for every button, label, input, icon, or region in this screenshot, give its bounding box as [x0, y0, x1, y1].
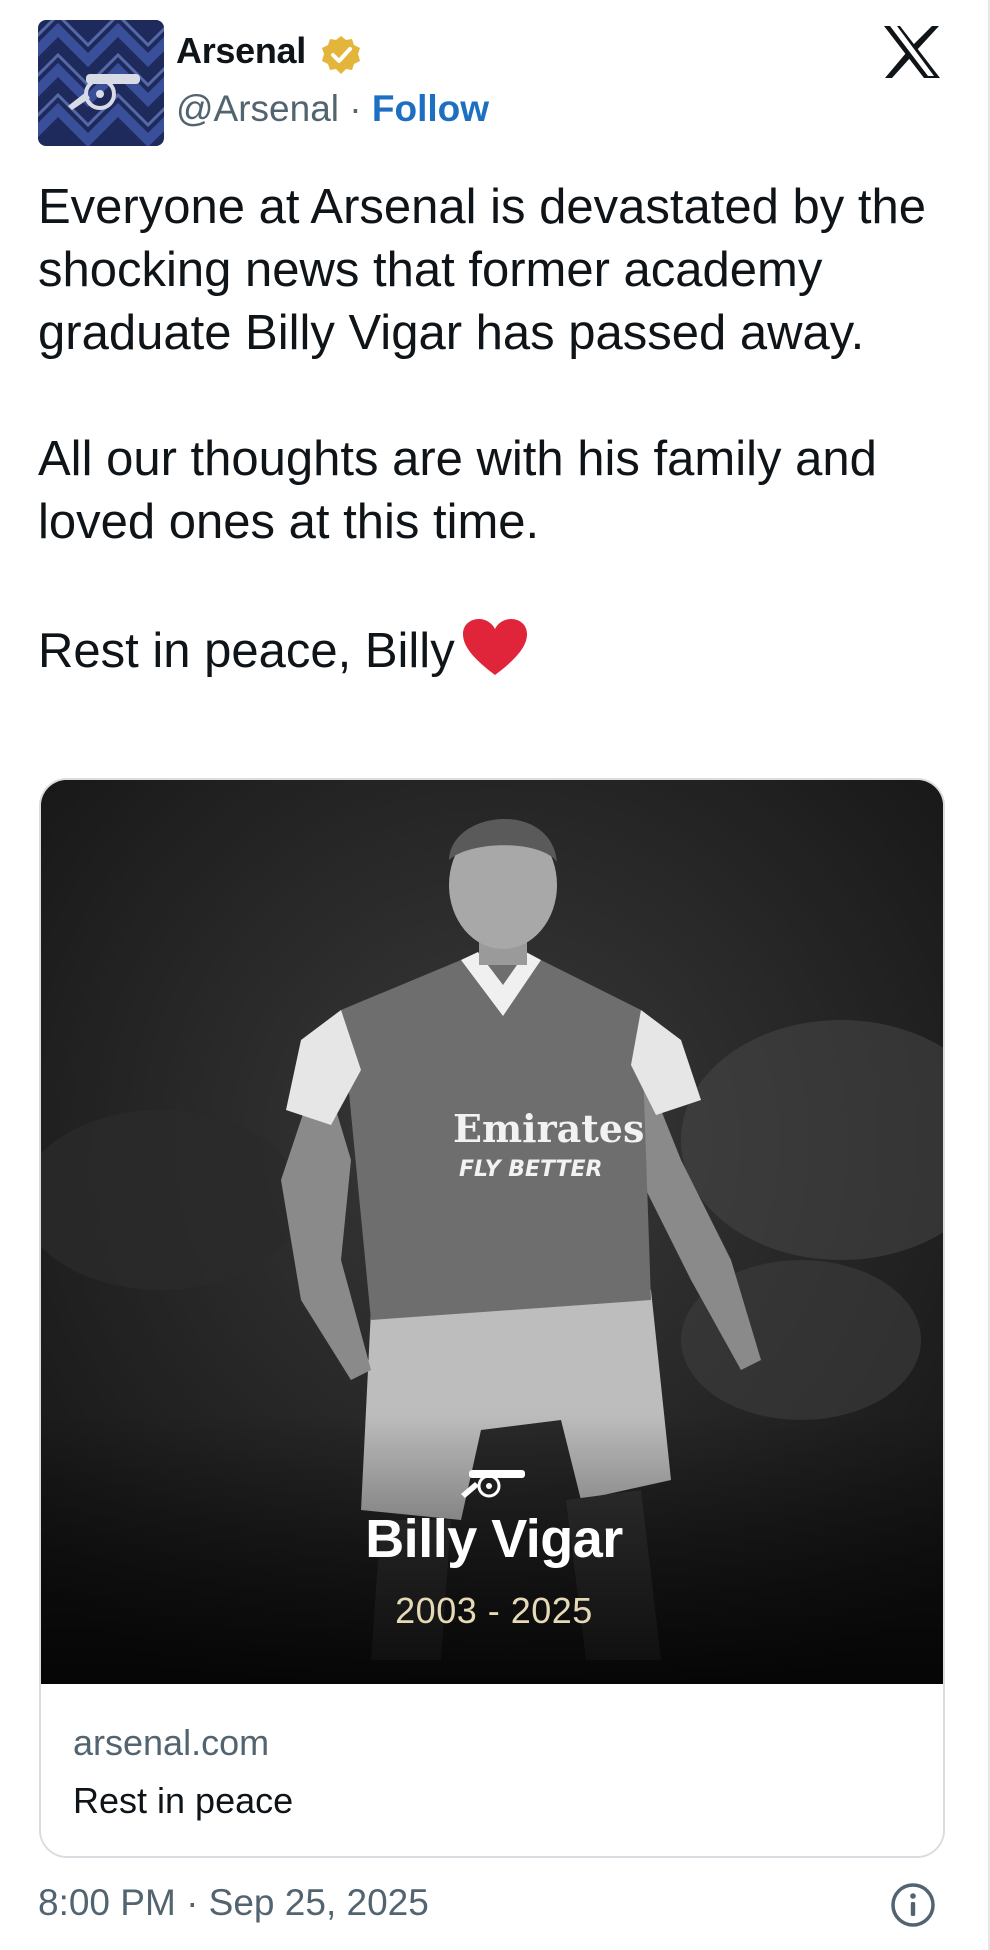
heart-icon	[462, 619, 527, 675]
cannon-icon	[461, 1470, 525, 1498]
verified-badge-icon	[322, 36, 360, 74]
author-handle[interactable]: @Arsenal	[176, 88, 339, 129]
tribute-years: 2003 - 2025	[395, 1590, 593, 1631]
tweet-paragraph-3: Rest in peace, Billy	[38, 624, 455, 678]
link-title: Rest in peace	[73, 1780, 294, 1821]
tribute-photo[interactable]: Emirates FLY BETTER Billy Vigar 2003 - 2…	[41, 780, 943, 1684]
tweet-paragraph-2: All our thoughts are with his family and…	[38, 432, 891, 549]
media-link-card[interactable]: Emirates FLY BETTER Billy Vigar 2003 - 2…	[39, 778, 945, 1858]
info-icon[interactable]	[890, 1882, 936, 1928]
tweet-paragraph-1: Everyone at Arsenal is devastated by the…	[38, 180, 940, 360]
author-name[interactable]: Arsenal	[176, 30, 306, 72]
tweet-card: Arsenal @Arsenal · Follow Everyone at Ar…	[0, 0, 990, 1950]
link-preview[interactable]: arsenal.com Rest in peace	[41, 1684, 943, 1856]
tweet-timestamp[interactable]: 8:00 PM · Sep 25, 2025	[38, 1882, 429, 1924]
author-handle-row: @Arsenal · Follow	[176, 88, 489, 130]
profile-avatar[interactable]	[38, 20, 164, 146]
tweet-text: Everyone at Arsenal is devastated by the…	[38, 176, 958, 683]
handle-separator: ·	[339, 88, 372, 129]
tribute-name: Billy Vigar	[365, 1509, 623, 1569]
follow-button[interactable]: Follow	[372, 88, 489, 129]
arsenal-crest-icon	[38, 20, 164, 146]
link-domain: arsenal.com	[73, 1722, 270, 1763]
x-logo-icon[interactable]	[882, 24, 942, 80]
